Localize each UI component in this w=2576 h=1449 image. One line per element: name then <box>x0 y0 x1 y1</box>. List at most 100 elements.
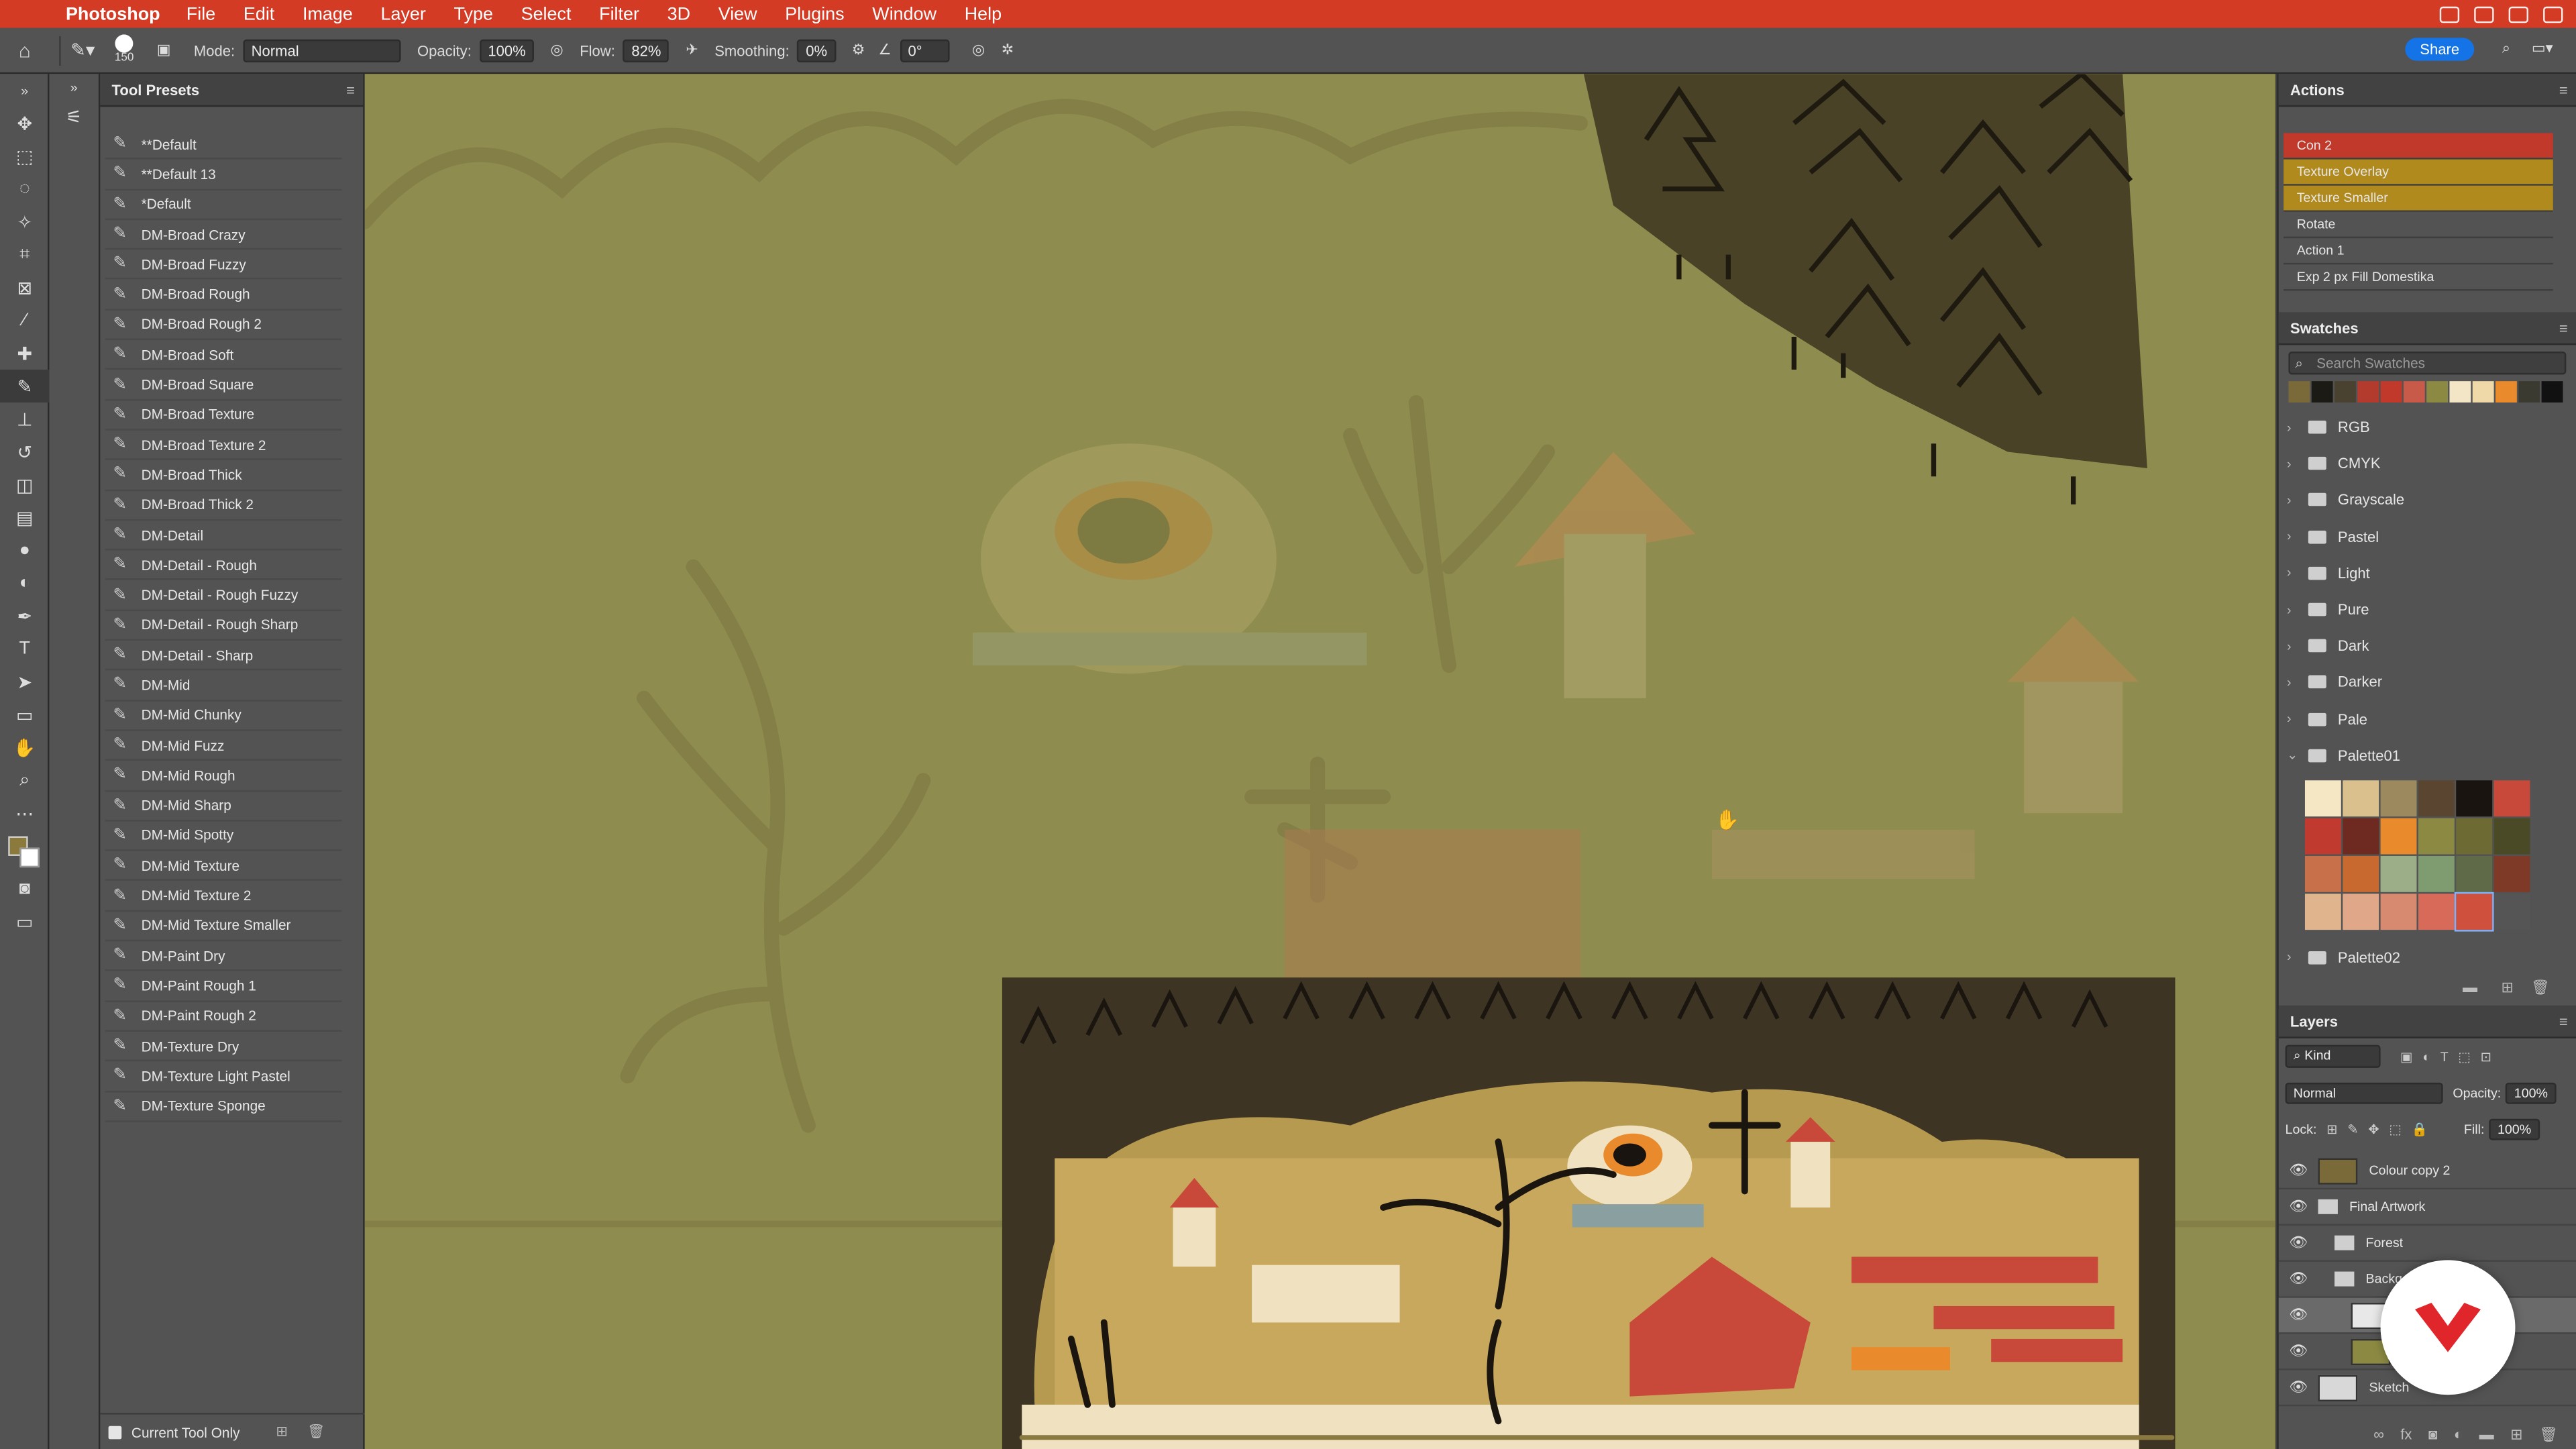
lasso-tool-icon[interactable]: ◌ <box>0 172 49 205</box>
preset-item[interactable]: ✎ DM-Broad Rough <box>105 280 342 311</box>
preset-item[interactable]: ✎ DM-Broad Thick <box>105 460 342 491</box>
flow-field[interactable]: 82% <box>623 38 669 62</box>
preset-item[interactable]: ✎ *Default <box>105 190 342 220</box>
preset-item[interactable]: ✎ DM-Paint Dry <box>105 941 342 972</box>
eyedropper-icon[interactable]: ⁄ <box>0 304 49 337</box>
swatch-chip[interactable] <box>2304 893 2341 930</box>
swatch-group[interactable]: › Light <box>2279 555 2576 591</box>
swatch-chip[interactable] <box>2426 381 2449 403</box>
preset-item[interactable]: ✎ DM-Detail - Sharp <box>105 641 342 672</box>
quick-mask-icon[interactable]: ◙ <box>0 872 49 905</box>
mask-icon[interactable]: ◙ <box>2428 1426 2437 1442</box>
action-item[interactable]: Con 2 <box>2284 133 2553 160</box>
menu-edit[interactable]: Edit <box>244 4 274 23</box>
swatch-chip[interactable] <box>2472 381 2494 403</box>
zoom-tool-icon[interactable]: ⌕ <box>0 764 49 797</box>
background-color[interactable] <box>19 847 40 868</box>
swatch-chip[interactable] <box>2304 855 2341 892</box>
wifi-icon[interactable] <box>2474 5 2494 23</box>
panel-menu-icon[interactable]: ≡ <box>2559 312 2568 345</box>
preset-item[interactable]: ✎ DM-Mid Spotty <box>105 821 342 851</box>
preset-item[interactable]: ✎ DM-Mid Texture Smaller <box>105 912 342 942</box>
preset-item[interactable]: ✎ DM-Texture Light Pastel <box>105 1062 342 1092</box>
collapse-icon[interactable]: » <box>0 74 49 107</box>
preset-item[interactable]: ✎ DM-Paint Rough 1 <box>105 971 342 1002</box>
type-tool-icon[interactable]: T <box>0 633 49 665</box>
path-select-icon[interactable]: ➤ <box>0 665 49 698</box>
chevron-icon[interactable]: › <box>2287 566 2303 580</box>
new-preset-icon[interactable]: ⊞ <box>276 1423 287 1441</box>
trash-icon[interactable]: 🗑 <box>307 1423 325 1441</box>
rectangle-tool-icon[interactable]: ▭ <box>0 698 49 731</box>
swatch-chip[interactable] <box>2304 818 2341 855</box>
chevron-icon[interactable]: › <box>2287 493 2303 508</box>
swatch-chip[interactable] <box>2493 855 2530 892</box>
preset-item[interactable]: ✎ DM-Mid Chunky <box>105 701 342 731</box>
swatch-chip[interactable] <box>2418 818 2455 855</box>
eye-icon[interactable]: 👁 <box>2279 1306 2318 1324</box>
brush-settings-icon[interactable]: ▣ <box>157 41 171 59</box>
search-icon[interactable] <box>2508 5 2529 23</box>
magic-wand-icon[interactable]: ✧ <box>0 205 49 238</box>
new-swatch-icon[interactable]: ⊞ <box>2501 979 2513 998</box>
swatch-group[interactable]: ⌄ Palette01 <box>2279 737 2576 773</box>
swatch-chip[interactable] <box>2454 892 2494 932</box>
menu-plugins[interactable]: Plugins <box>785 4 844 23</box>
action-item[interactable]: Rotate <box>2284 212 2553 239</box>
preset-item[interactable]: ✎ DM-Mid Fuzz <box>105 731 342 761</box>
menu-view[interactable]: View <box>718 4 757 23</box>
share-button[interactable]: Share <box>2405 38 2475 61</box>
home-icon[interactable]: ⌂ <box>0 39 49 62</box>
menu-type[interactable]: Type <box>454 4 493 23</box>
menu-image[interactable]: Image <box>303 4 353 23</box>
swatch-chip[interactable] <box>2456 818 2493 855</box>
preset-item[interactable]: ✎ DM-Mid Sharp <box>105 791 342 822</box>
swatch-group[interactable]: › Pastel <box>2279 519 2576 555</box>
swatch-group[interactable]: › Palette02 <box>2279 940 2576 976</box>
gradient-icon[interactable]: ▤ <box>0 501 49 534</box>
swatch-group[interactable]: › CMYK <box>2279 445 2576 482</box>
eye-icon[interactable]: 👁 <box>2279 1270 2318 1288</box>
swatch-chip[interactable] <box>2380 780 2417 816</box>
chevron-icon[interactable]: › <box>2287 639 2303 653</box>
preset-item[interactable]: ✎ DM-Broad Texture 2 <box>105 431 342 461</box>
smoothing-field[interactable]: 0% <box>797 38 836 62</box>
menu-select[interactable]: Select <box>521 4 572 23</box>
pressure-opacity-icon[interactable]: ◎ <box>550 41 563 59</box>
menu-layer[interactable]: Layer <box>380 4 425 23</box>
swatch-chip[interactable] <box>2288 381 2310 403</box>
swatch-chip[interactable] <box>2418 780 2455 816</box>
action-item[interactable]: Exp 2 px Fill Domestika <box>2284 264 2553 291</box>
layer-opacity-field[interactable]: 100% <box>2506 1081 2557 1104</box>
swatch-group[interactable]: › Pale <box>2279 700 2576 737</box>
chevron-icon[interactable]: › <box>2287 951 2303 965</box>
eye-icon[interactable]: 👁 <box>2279 1162 2318 1180</box>
swatch-group[interactable]: › Darker <box>2279 664 2576 700</box>
swatch-group[interactable]: › Dark <box>2279 628 2576 664</box>
chevron-icon[interactable]: › <box>2287 456 2303 471</box>
eye-icon[interactable]: 👁 <box>2279 1234 2318 1252</box>
blur-tool-icon[interactable]: ● <box>0 534 49 567</box>
menu-file[interactable]: File <box>186 4 215 23</box>
swatch-chip[interactable] <box>2418 893 2455 930</box>
app-menu[interactable]: Photoshop <box>66 4 160 23</box>
opacity-field[interactable]: 100% <box>480 38 534 62</box>
swatch-chip[interactable] <box>2493 780 2530 816</box>
chevron-icon[interactable]: › <box>2287 712 2303 727</box>
chevron-icon[interactable]: ⌄ <box>2287 748 2303 763</box>
menu-3d[interactable]: 3D <box>667 4 690 23</box>
move-tool-icon[interactable]: ✥ <box>0 107 49 140</box>
tool-presets-icon[interactable]: ⚟ <box>49 100 98 133</box>
swatch-chip[interactable] <box>2343 893 2379 930</box>
brush-tool-icon[interactable]: ✎▾ <box>70 40 95 60</box>
panel-menu-icon[interactable]: ≡ <box>2559 74 2568 107</box>
preset-item[interactable]: ✎ DM-Broad Soft <box>105 340 342 370</box>
search-icon[interactable]: ⌕ <box>2502 40 2510 58</box>
color-swatches[interactable] <box>0 830 49 873</box>
blend-mode-select[interactable]: Normal <box>2285 1081 2443 1104</box>
swatch-chip[interactable] <box>2456 855 2493 892</box>
swatch-chip[interactable] <box>2380 855 2417 892</box>
swatch-chip[interactable] <box>2403 381 2425 403</box>
new-group-icon[interactable]: ▬ <box>2463 979 2477 996</box>
fx-icon[interactable]: fx <box>2400 1426 2412 1442</box>
